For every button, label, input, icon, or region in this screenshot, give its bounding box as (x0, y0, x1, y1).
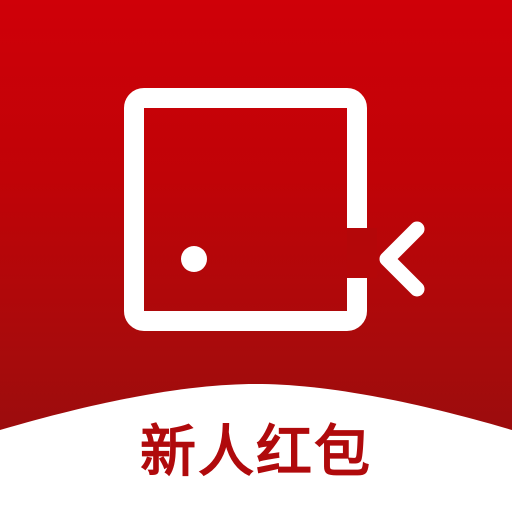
badge-label: 新人红包 (140, 419, 372, 485)
app-icon: 新人红包 (0, 0, 512, 512)
